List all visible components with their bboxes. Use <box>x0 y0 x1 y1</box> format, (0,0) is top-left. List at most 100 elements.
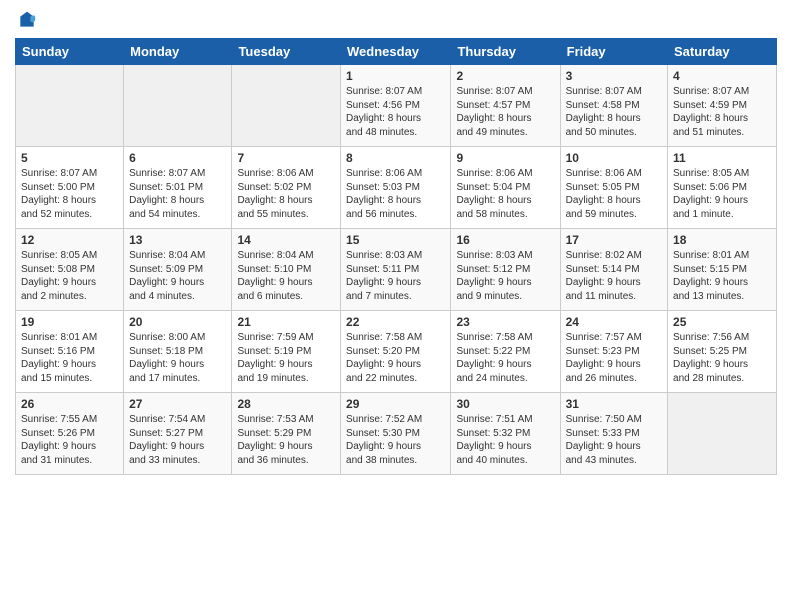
day-number: 22 <box>346 315 445 329</box>
day-info: Sunrise: 8:01 AM Sunset: 5:16 PM Dayligh… <box>21 331 118 385</box>
calendar-cell: 6 Sunrise: 8:07 AM Sunset: 5:01 PM Daylig… <box>124 147 232 229</box>
day-number: 7 <box>237 151 335 165</box>
calendar-cell: 9 Sunrise: 8:06 AM Sunset: 5:04 PM Daylig… <box>451 147 560 229</box>
day-number: 9 <box>456 151 554 165</box>
day-info: Sunrise: 8:05 AM Sunset: 5:08 PM Dayligh… <box>21 249 118 303</box>
day-info: Sunrise: 8:06 AM Sunset: 5:02 PM Dayligh… <box>237 167 335 221</box>
calendar-cell: 17Sunrise: 8:02 AM Sunset: 5:14 PM Dayli… <box>560 229 667 311</box>
day-info: Sunrise: 7:55 AM Sunset: 5:26 PM Dayligh… <box>21 413 118 467</box>
week-row-3: 12 Sunrise: 8:05 AM Sunset: 5:08 PM Dayli… <box>16 229 777 311</box>
calendar-cell: 1 Sunrise: 8:07 AM Sunset: 4:56 PM Daylig… <box>341 65 451 147</box>
day-info: Sunrise: 7:51 AM Sunset: 5:32 PM Dayligh… <box>456 413 554 467</box>
day-info: Sunrise: 8:07 AM Sunset: 4:56 PM Dayligh… <box>346 85 445 139</box>
day-info: Sunrise: 7:58 AM Sunset: 5:22 PM Dayligh… <box>456 331 554 385</box>
day-info: Sunrise: 7:53 AM Sunset: 5:29 PM Dayligh… <box>237 413 335 467</box>
day-number: 8 <box>346 151 445 165</box>
weekday-header-thursday: Thursday <box>451 39 560 65</box>
calendar-cell: 11Sunrise: 8:05 AM Sunset: 5:06 PM Dayli… <box>668 147 777 229</box>
calendar-cell <box>232 65 341 147</box>
day-number: 30 <box>456 397 554 411</box>
calendar-cell: 30 Sunrise: 7:51 AM Sunset: 5:32 PM Dayli… <box>451 393 560 475</box>
day-number: 15 <box>346 233 445 247</box>
day-info: Sunrise: 8:06 AM Sunset: 5:05 PM Dayligh… <box>566 167 662 221</box>
day-info: Sunrise: 7:56 AM Sunset: 5:25 PM Dayligh… <box>673 331 771 385</box>
calendar-cell: 2 Sunrise: 8:07 AM Sunset: 4:57 PM Daylig… <box>451 65 560 147</box>
calendar-cell: 28 Sunrise: 7:53 AM Sunset: 5:29 PM Dayli… <box>232 393 341 475</box>
calendar-cell: 19 Sunrise: 8:01 AM Sunset: 5:16 PM Dayli… <box>16 311 124 393</box>
calendar-cell: 27Sunrise: 7:54 AM Sunset: 5:27 PM Dayli… <box>124 393 232 475</box>
day-info: Sunrise: 8:07 AM Sunset: 4:59 PM Dayligh… <box>673 85 771 139</box>
calendar-cell <box>16 65 124 147</box>
day-number: 6 <box>129 151 226 165</box>
day-number: 18 <box>673 233 771 247</box>
day-number: 13 <box>129 233 226 247</box>
calendar-cell: 24 Sunrise: 7:57 AM Sunset: 5:23 PM Dayli… <box>560 311 667 393</box>
day-number: 5 <box>21 151 118 165</box>
day-info: Sunrise: 7:57 AM Sunset: 5:23 PM Dayligh… <box>566 331 662 385</box>
weekday-header-saturday: Saturday <box>668 39 777 65</box>
day-info: Sunrise: 8:04 AM Sunset: 5:10 PM Dayligh… <box>237 249 335 303</box>
calendar-cell: 26 Sunrise: 7:55 AM Sunset: 5:26 PM Dayli… <box>16 393 124 475</box>
day-number: 19 <box>21 315 118 329</box>
day-number: 14 <box>237 233 335 247</box>
calendar-cell: 5Sunrise: 8:07 AM Sunset: 5:00 PM Daylig… <box>16 147 124 229</box>
day-number: 31 <box>566 397 662 411</box>
calendar-cell: 14 Sunrise: 8:04 AM Sunset: 5:10 PM Dayli… <box>232 229 341 311</box>
day-info: Sunrise: 7:50 AM Sunset: 5:33 PM Dayligh… <box>566 413 662 467</box>
day-number: 28 <box>237 397 335 411</box>
day-info: Sunrise: 7:58 AM Sunset: 5:20 PM Dayligh… <box>346 331 445 385</box>
day-number: 24 <box>566 315 662 329</box>
day-number: 12 <box>21 233 118 247</box>
weekday-header-row: SundayMondayTuesdayWednesdayThursdayFrid… <box>16 39 777 65</box>
week-row-2: 5Sunrise: 8:07 AM Sunset: 5:00 PM Daylig… <box>16 147 777 229</box>
calendar-cell <box>668 393 777 475</box>
day-info: Sunrise: 8:06 AM Sunset: 5:04 PM Dayligh… <box>456 167 554 221</box>
weekday-header-monday: Monday <box>124 39 232 65</box>
day-info: Sunrise: 8:00 AM Sunset: 5:18 PM Dayligh… <box>129 331 226 385</box>
calendar-cell: 21Sunrise: 7:59 AM Sunset: 5:19 PM Dayli… <box>232 311 341 393</box>
day-info: Sunrise: 8:01 AM Sunset: 5:15 PM Dayligh… <box>673 249 771 303</box>
day-number: 16 <box>456 233 554 247</box>
day-number: 23 <box>456 315 554 329</box>
calendar-cell: 20 Sunrise: 8:00 AM Sunset: 5:18 PM Dayli… <box>124 311 232 393</box>
day-info: Sunrise: 8:03 AM Sunset: 5:11 PM Dayligh… <box>346 249 445 303</box>
day-number: 26 <box>21 397 118 411</box>
day-info: Sunrise: 8:02 AM Sunset: 5:14 PM Dayligh… <box>566 249 662 303</box>
calendar-table: SundayMondayTuesdayWednesdayThursdayFrid… <box>15 38 777 475</box>
calendar-cell: 16 Sunrise: 8:03 AM Sunset: 5:12 PM Dayli… <box>451 229 560 311</box>
calendar-cell: 13 Sunrise: 8:04 AM Sunset: 5:09 PM Dayli… <box>124 229 232 311</box>
calendar-cell: 23 Sunrise: 7:58 AM Sunset: 5:22 PM Dayli… <box>451 311 560 393</box>
day-info: Sunrise: 8:03 AM Sunset: 5:12 PM Dayligh… <box>456 249 554 303</box>
day-number: 29 <box>346 397 445 411</box>
day-info: Sunrise: 7:54 AM Sunset: 5:27 PM Dayligh… <box>129 413 226 467</box>
day-number: 20 <box>129 315 226 329</box>
day-info: Sunrise: 8:07 AM Sunset: 5:01 PM Dayligh… <box>129 167 226 221</box>
day-info: Sunrise: 8:04 AM Sunset: 5:09 PM Dayligh… <box>129 249 226 303</box>
calendar-cell: 8 Sunrise: 8:06 AM Sunset: 5:03 PM Daylig… <box>341 147 451 229</box>
day-number: 1 <box>346 69 445 83</box>
day-number: 3 <box>566 69 662 83</box>
day-info: Sunrise: 8:07 AM Sunset: 4:57 PM Dayligh… <box>456 85 554 139</box>
calendar-cell: 29Sunrise: 7:52 AM Sunset: 5:30 PM Dayli… <box>341 393 451 475</box>
week-row-4: 19 Sunrise: 8:01 AM Sunset: 5:16 PM Dayli… <box>16 311 777 393</box>
day-info: Sunrise: 8:07 AM Sunset: 4:58 PM Dayligh… <box>566 85 662 139</box>
header <box>15 10 777 30</box>
day-number: 4 <box>673 69 771 83</box>
calendar-cell: 22 Sunrise: 7:58 AM Sunset: 5:20 PM Dayli… <box>341 311 451 393</box>
day-number: 11 <box>673 151 771 165</box>
logo <box>15 10 37 30</box>
weekday-header-sunday: Sunday <box>16 39 124 65</box>
day-number: 2 <box>456 69 554 83</box>
weekday-header-friday: Friday <box>560 39 667 65</box>
calendar-cell: 3 Sunrise: 8:07 AM Sunset: 4:58 PM Daylig… <box>560 65 667 147</box>
weekday-header-wednesday: Wednesday <box>341 39 451 65</box>
calendar-cell: 12 Sunrise: 8:05 AM Sunset: 5:08 PM Dayli… <box>16 229 124 311</box>
page-container: SundayMondayTuesdayWednesdayThursdayFrid… <box>0 0 792 485</box>
calendar-cell: 15 Sunrise: 8:03 AM Sunset: 5:11 PM Dayli… <box>341 229 451 311</box>
calendar-cell: 4 Sunrise: 8:07 AM Sunset: 4:59 PM Daylig… <box>668 65 777 147</box>
weekday-header-tuesday: Tuesday <box>232 39 341 65</box>
calendar-cell: 18 Sunrise: 8:01 AM Sunset: 5:15 PM Dayli… <box>668 229 777 311</box>
calendar-cell <box>124 65 232 147</box>
day-info: Sunrise: 8:06 AM Sunset: 5:03 PM Dayligh… <box>346 167 445 221</box>
calendar-cell: 25Sunrise: 7:56 AM Sunset: 5:25 PM Dayli… <box>668 311 777 393</box>
